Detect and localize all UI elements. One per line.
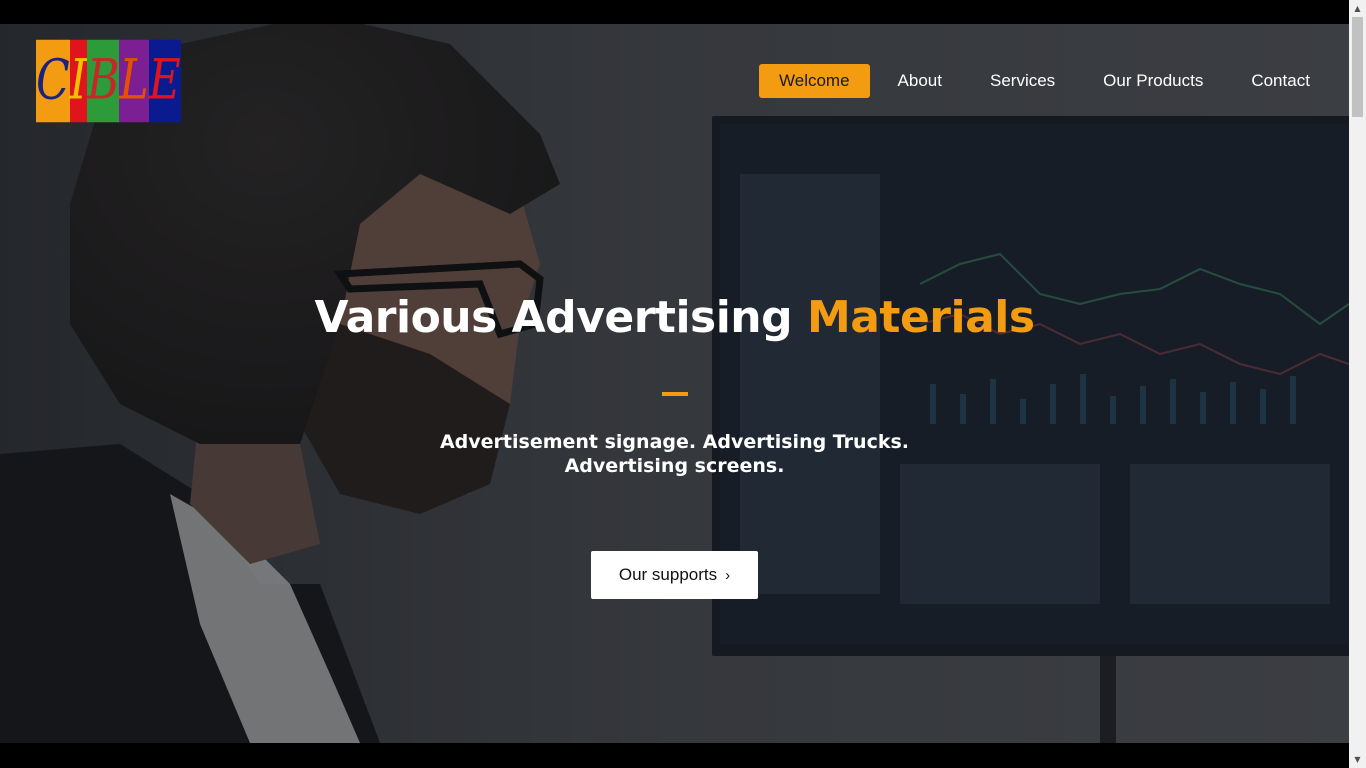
scroll-up-arrow-icon[interactable]: ▲ — [1349, 0, 1366, 17]
logo-letter: I — [69, 39, 88, 123]
hero-background-image — [0, 24, 1349, 743]
nav-item-services[interactable]: Services — [970, 64, 1075, 98]
logo-letter: E — [148, 39, 181, 123]
nav-item-contact[interactable]: Contact — [1231, 64, 1330, 98]
accent-divider — [662, 392, 688, 396]
hero-subtitle: Advertisement signage. Advertising Truck… — [439, 431, 910, 477]
browser-viewport: CIBLE Welcome About Services Our Products Co… — [0, 0, 1366, 768]
hero-section: CIBLE Welcome About Services Our Products Co… — [0, 24, 1349, 743]
hero-headline-accent: Materials — [806, 292, 1035, 343]
hero-headline: Various Advertising Materials — [0, 292, 1349, 343]
bottom-band — [0, 743, 1349, 768]
nav-item-our-products[interactable]: Our Products — [1083, 64, 1223, 98]
logo-letter: L — [119, 39, 149, 123]
vertical-scrollbar[interactable]: ▲ ▼ — [1349, 0, 1366, 768]
logo-letter: B — [87, 39, 120, 123]
logo-letter: C — [36, 39, 70, 123]
cta-label: Our supports — [618, 565, 718, 584]
scrollbar-thumb[interactable] — [1352, 17, 1363, 117]
main-nav: Welcome About Services Our Products Contact — [759, 64, 1338, 98]
scroll-down-arrow-icon[interactable]: ▼ — [1349, 751, 1366, 768]
hero-headline-main: Various Advertising — [314, 292, 807, 343]
nav-item-about[interactable]: About — [878, 64, 962, 98]
our-supports-button[interactable]: Our supports › — [591, 551, 758, 599]
chevron-right-icon: › — [725, 566, 731, 584]
top-band — [0, 0, 1349, 24]
cible-logo[interactable]: CIBLE — [36, 39, 181, 123]
nav-item-welcome[interactable]: Welcome — [759, 64, 870, 98]
